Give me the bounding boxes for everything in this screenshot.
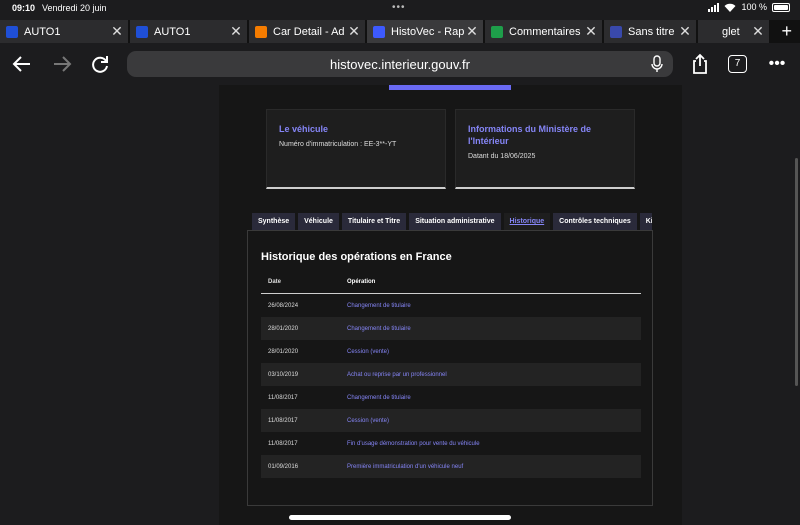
- favicon-icon: [704, 25, 716, 38]
- history-table: Date Opération 26/08/2024 Changement de t…: [261, 271, 641, 478]
- favicon-icon: [373, 25, 385, 38]
- tab-title: AUTO1: [24, 25, 61, 38]
- tab-title: Car Detail - Ad: [273, 25, 345, 38]
- row-date: 28/01/2020: [268, 348, 299, 355]
- close-tab-icon[interactable]: ✕: [678, 23, 692, 40]
- table-row: 11/08/2017 Changement de titulaire: [261, 386, 641, 409]
- browser-tab[interactable]: glet ✕: [698, 20, 770, 43]
- row-operation: Cession (vente): [347, 348, 390, 355]
- close-tab-icon[interactable]: ✕: [347, 23, 361, 40]
- browser-tab[interactable]: Car Detail - Ad ✕: [249, 20, 366, 43]
- table-row: 11/08/2017 Cession (vente): [261, 409, 641, 432]
- row-operation: Cession (vente): [347, 417, 390, 424]
- row-operation: Changement de titulaire: [347, 302, 411, 309]
- close-tab-icon[interactable]: ✕: [584, 23, 598, 40]
- row-date: 11/08/2017: [268, 440, 298, 447]
- browser-tab[interactable]: Commentaires ✕: [485, 20, 603, 43]
- battery-percent: 100 %: [741, 2, 767, 12]
- favicon-icon: [136, 25, 148, 38]
- vehicle-card: Le véhicule Numéro d'immatriculation : E…: [266, 109, 446, 189]
- status-time: 09:10: [12, 3, 36, 13]
- tab-title: glet: [722, 25, 740, 38]
- reload-icon[interactable]: [88, 53, 112, 77]
- report-tab[interactable]: Véhicule: [298, 213, 339, 230]
- operation-column-header: Opération: [347, 279, 376, 285]
- favicon-icon: [610, 25, 622, 38]
- tab-title: Commentaires: [509, 25, 581, 38]
- status-bar: 09:10 Vendredi 20 juin ••• 100 %: [0, 0, 800, 18]
- more-options-icon[interactable]: •••: [765, 53, 789, 77]
- report-tab-nav: Synthèse Véhicule Titulaire et Titre Situat…: [252, 213, 652, 230]
- table-row: 28/01/2020 Cession (vente): [261, 340, 641, 363]
- close-tab-icon[interactable]: ✕: [229, 23, 243, 40]
- share-icon[interactable]: [688, 53, 712, 77]
- table-body: 26/08/2024 Changement de titulaire 28/01/2…: [261, 294, 641, 478]
- table-row: 01/09/2016 Première immatriculation d'un …: [261, 455, 641, 478]
- microphone-icon[interactable]: [651, 55, 663, 73]
- browser-tab[interactable]: AUTO1 ✕: [130, 20, 248, 43]
- vehicle-card-title: Le véhicule: [279, 124, 329, 134]
- report-tab[interactable]: Situation administrative: [409, 213, 501, 230]
- status-date: Vendredi 20 juin: [42, 3, 107, 13]
- tab-title: HistoVec - Rap: [391, 25, 465, 38]
- date-column-header: Date: [268, 279, 282, 285]
- browser-tab[interactable]: AUTO1 ✕: [0, 20, 129, 43]
- table-row: 03/10/2019 Achat ou reprise par un profes…: [261, 363, 641, 386]
- report-tab[interactable]: Kilo: [639, 213, 652, 230]
- row-operation: Changement de titulaire: [347, 394, 411, 401]
- ministry-card-date: Datant du 18/06/2025: [468, 153, 536, 160]
- report-tab[interactable]: Synthèse: [252, 213, 296, 230]
- address-bar[interactable]: histovec.interieur.gouv.fr: [127, 51, 673, 77]
- ministry-info-card: Informations du Ministère de l'Intérieur…: [455, 109, 635, 189]
- close-tab-icon[interactable]: ✕: [465, 23, 479, 40]
- new-tab-button[interactable]: +: [781, 20, 792, 42]
- battery-icon: [772, 2, 790, 12]
- favicon-icon: [6, 25, 18, 38]
- table-header: Date Opération: [261, 271, 641, 294]
- table-row: 11/08/2017 Fin d'usage démonstration pour…: [261, 432, 641, 455]
- row-operation: Fin d'usage démonstration pour vente du …: [347, 440, 480, 447]
- tab-title: AUTO1: [154, 25, 191, 38]
- report-container: Le véhicule Numéro d'immatriculation : E…: [219, 85, 682, 525]
- browser-tab[interactable]: HistoVec - Rap ✕: [367, 20, 484, 43]
- browser-tab-bar: AUTO1 ✕ AUTO1 ✕ Car Detail - Ad ✕ HistoVec - R…: [0, 20, 800, 43]
- favicon-icon: [255, 25, 267, 38]
- close-tab-icon[interactable]: ✕: [751, 23, 765, 40]
- report-tab[interactable]: Contrôles techniques: [553, 213, 637, 230]
- ministry-card-title: Informations du Ministère de l'Intérieur: [468, 124, 592, 146]
- row-date: 11/08/2017: [268, 394, 298, 401]
- table-row: 26/08/2024 Changement de titulaire: [261, 294, 641, 317]
- report-action-button[interactable]: [389, 85, 511, 90]
- row-operation: Changement de titulaire: [347, 325, 411, 332]
- row-operation: Achat ou reprise par un professionnel: [347, 371, 447, 378]
- history-title: Historique des opérations en France: [261, 251, 452, 263]
- history-panel: Historique des opérations en France Date…: [247, 230, 653, 506]
- registration-number: Numéro d'immatriculation : EE-3**-YT: [279, 141, 397, 148]
- table-row: 28/01/2020 Changement de titulaire: [261, 317, 641, 340]
- web-page: Le véhicule Numéro d'immatriculation : E…: [0, 85, 800, 525]
- row-date: 28/01/2020: [268, 325, 299, 332]
- row-operation: Première immatriculation d'un véhicule n…: [347, 463, 464, 470]
- wifi-icon: [724, 3, 736, 12]
- report-tab[interactable]: Historique: [503, 213, 551, 230]
- browser-tab[interactable]: Sans titre ✕: [604, 20, 697, 43]
- row-date: 01/09/2016: [268, 463, 299, 470]
- back-arrow-icon[interactable]: [10, 53, 34, 77]
- row-date: 03/10/2019: [268, 371, 299, 378]
- report-tab[interactable]: Titulaire et Titre: [341, 213, 407, 230]
- tab-title: Sans titre: [628, 25, 675, 38]
- cellular-signal-icon: [708, 2, 720, 12]
- forward-arrow-icon[interactable]: [50, 53, 74, 77]
- close-tab-icon[interactable]: ✕: [110, 23, 124, 40]
- url-text: histovec.interieur.gouv.fr: [330, 57, 470, 72]
- home-indicator[interactable]: [289, 515, 511, 520]
- tab-overview-button[interactable]: 7: [728, 55, 747, 73]
- favicon-icon: [491, 25, 503, 38]
- row-date: 26/08/2024: [268, 302, 299, 309]
- page-scrollbar[interactable]: [795, 158, 798, 386]
- row-date: 11/08/2017: [268, 417, 298, 424]
- browser-toolbar: histovec.interieur.gouv.fr 7 •••: [0, 43, 800, 85]
- multitasking-dots-icon[interactable]: •••: [392, 2, 406, 13]
